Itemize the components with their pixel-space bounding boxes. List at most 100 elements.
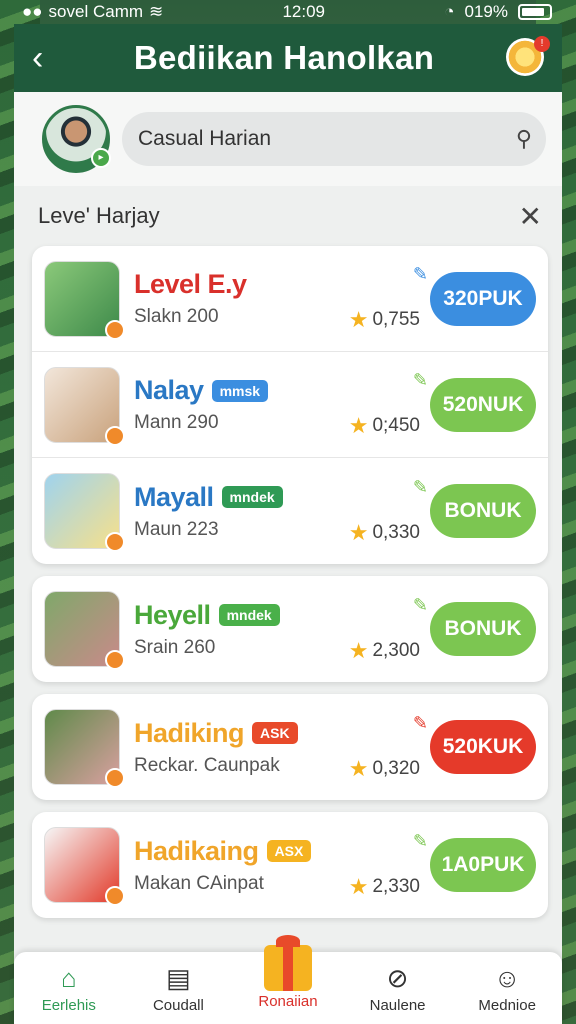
nav-label: Eerlehis	[41, 996, 96, 1014]
nav-label: Naulene	[369, 996, 426, 1014]
star-icon: ★	[348, 413, 369, 438]
news-icon: ▤	[166, 962, 191, 993]
nav-item-explore[interactable]: ⊘ Naulene	[348, 963, 448, 1014]
play-badge-icon	[105, 886, 125, 906]
item-thumbnail	[44, 366, 125, 446]
item-subtitle: Srain 260	[134, 636, 216, 658]
card-group-3: Hadiking ASK Reckar. Caunpak ✎ ★ 0,320 520KUK	[32, 694, 548, 800]
status-bar: ●● sovel Camm ≋ 12:09 ◔ 019%	[14, 0, 562, 24]
section-header: Leve' Harjay ✕	[14, 186, 562, 246]
list-item[interactable]: Nalay mmsk Mann 290 ✎ ★ 0;450 520NUK	[32, 352, 548, 458]
item-score: 0,320	[372, 757, 420, 779]
item-list: Level E.y Slakn 200 ✎ ★ 0,755 320PUK Nalay mms…	[14, 246, 562, 918]
main-content: ▸ ⚲ Leve' Harjay ✕ Level E.ySlakn 200✎★0…	[14, 92, 562, 1024]
card-group-4: Hadikaing ASX Makan CAinpat ✎ ★ 2,330 1A0PUK	[32, 812, 548, 918]
star-icon: ★	[348, 307, 369, 332]
star-icon: ★	[348, 873, 369, 899]
pin-icon: ✎	[412, 594, 428, 615]
carrier-label: sovel Camm	[48, 2, 144, 21]
item-name: Hadikaing	[134, 835, 259, 866]
item-name: Hadiking	[134, 717, 245, 748]
nav-item-home[interactable]: ⌂ Eerlehis	[19, 963, 119, 1014]
card-group-1: Level E.y Slakn 200 ✎ ★ 0,755 320PUK Nalay mms…	[32, 246, 548, 564]
claim-button[interactable]: 1A0PUK	[430, 838, 536, 892]
star-icon: ★	[348, 637, 369, 663]
settings-button[interactable]: !	[506, 36, 550, 78]
signal-icon: ●●	[22, 2, 43, 21]
item-name: Mayall	[134, 481, 214, 512]
pin-icon: ✎	[412, 712, 428, 733]
play-badge-icon	[105, 425, 125, 446]
avatar[interactable]: ▸	[42, 105, 111, 173]
compass-icon: ⊘	[386, 962, 409, 993]
item-subtitle: Slakn 200	[134, 306, 219, 327]
pin-icon: ✎	[412, 264, 428, 284]
battery-label: 019%	[464, 2, 508, 21]
card-group-2: Heyell mndek Srain 260 ✎ ★ 2,300 BONUK	[32, 576, 548, 682]
bottom-nav: ⌂ Eerlehis ▤ Coudall Ronaiian ⊘ Naulene …	[14, 934, 562, 1024]
item-thumbnail	[44, 591, 125, 670]
star-icon: ★	[348, 519, 369, 545]
online-badge-icon: ▸	[91, 148, 111, 168]
item-tag: mndek	[221, 486, 283, 508]
play-badge-icon	[105, 319, 125, 340]
nav-label: Mednioe	[478, 996, 536, 1014]
item-score: 0,755	[372, 309, 420, 330]
list-item[interactable]: Level E.y Slakn 200 ✎ ★ 0,755 320PUK	[32, 246, 548, 352]
item-name: Level E.y	[134, 269, 247, 299]
item-score: 2,330	[372, 875, 420, 897]
phone-screen: ●● sovel Camm ≋ 12:09 ◔ 019% ‹ Bediikan …	[14, 0, 562, 1024]
list-item[interactable]: Hadiking ASK Reckar. Caunpak ✎ ★ 0,320 520KUK	[32, 694, 548, 800]
item-name: Heyell	[134, 599, 211, 630]
pin-icon: ✎	[412, 830, 428, 851]
app-header: ‹ Bediikan Hanolkan !	[14, 24, 562, 92]
item-thumbnail	[44, 260, 125, 340]
claim-button[interactable]: 520KUK	[430, 720, 536, 774]
close-icon[interactable]: ✕	[519, 200, 542, 233]
search-row: ▸ ⚲	[14, 92, 562, 186]
search-input[interactable]	[138, 127, 438, 151]
alarm-icon: ◔	[444, 2, 455, 21]
nav-item-news[interactable]: ▤ Coudall	[128, 963, 228, 1014]
clock: 12:09	[282, 2, 326, 21]
gift-icon	[263, 934, 312, 991]
search-box[interactable]: ⚲	[122, 112, 546, 166]
wifi-icon: ≋	[149, 2, 164, 21]
item-score: 2,300	[372, 639, 420, 661]
section-title: Leve' Harjay	[38, 203, 160, 228]
profile-icon: ☺	[493, 962, 521, 993]
notification-badge: !	[534, 36, 550, 52]
item-thumbnail	[44, 827, 125, 906]
list-item[interactable]: Hadikaing ASX Makan CAinpat ✎ ★ 2,330 1A0PUK	[32, 812, 548, 918]
item-subtitle: Reckar. Caunpak	[134, 754, 280, 776]
play-badge-icon	[105, 768, 125, 788]
item-tag: mndek	[218, 604, 280, 626]
item-thumbnail	[44, 473, 125, 552]
claim-button[interactable]: BONUK	[430, 602, 536, 656]
claim-button[interactable]: 520NUK	[430, 377, 536, 432]
nav-label: Ronaiian	[258, 992, 318, 1010]
star-icon: ★	[348, 755, 369, 781]
search-icon[interactable]: ⚲	[516, 126, 532, 152]
pin-icon: ✎	[412, 370, 428, 390]
battery-icon	[517, 4, 552, 20]
play-badge-icon	[105, 650, 125, 670]
nav-item-rewards[interactable]: Ronaiian	[238, 934, 338, 1010]
item-score: 0,330	[372, 521, 420, 543]
nav-label: Coudall	[152, 996, 204, 1014]
item-tag: ASX	[266, 840, 312, 862]
item-thumbnail	[44, 709, 125, 788]
play-badge-icon	[105, 532, 125, 552]
page-title: Bediikan Hanolkan	[133, 39, 435, 76]
item-subtitle: Mann 290	[134, 412, 219, 433]
nav-item-profile[interactable]: ☺ Mednioe	[457, 963, 557, 1014]
home-icon: ⌂	[60, 962, 77, 993]
item-subtitle: Maun 223	[134, 518, 219, 540]
claim-button[interactable]: BONUK	[430, 484, 536, 538]
back-button[interactable]: ‹	[32, 39, 62, 78]
list-item[interactable]: Heyell mndek Srain 260 ✎ ★ 2,300 BONUK	[32, 576, 548, 682]
claim-button[interactable]: 320PUK	[430, 271, 536, 326]
item-subtitle: Makan CAinpat	[134, 872, 264, 894]
pin-icon: ✎	[412, 476, 428, 497]
list-item[interactable]: Mayall mndek Maun 223 ✎ ★ 0,330 BONUK	[32, 458, 548, 564]
